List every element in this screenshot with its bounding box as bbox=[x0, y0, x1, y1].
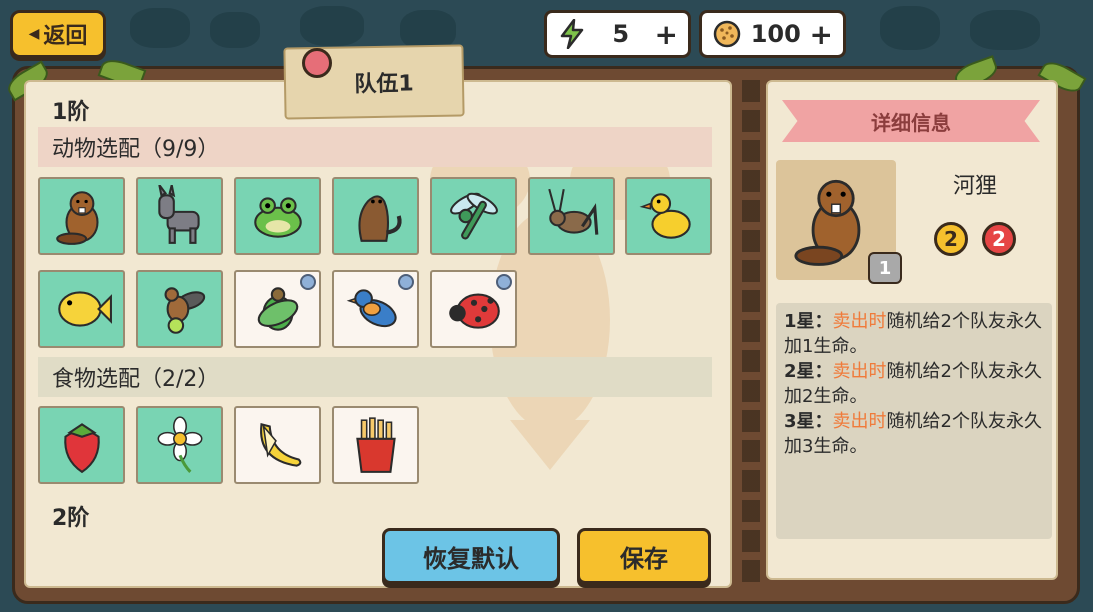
ability-trigger-keyword: 卖出时 bbox=[832, 411, 887, 432]
food-slot-fries[interactable] bbox=[332, 406, 419, 484]
energy-counter: 5 + bbox=[544, 10, 691, 58]
cookie-icon bbox=[712, 19, 742, 49]
firefly-icon bbox=[164, 287, 205, 334]
banana-icon bbox=[259, 423, 301, 467]
attack-stat-icon: 2 bbox=[934, 222, 968, 256]
lock-icon bbox=[496, 274, 512, 290]
animal-slot-bluebird[interactable] bbox=[332, 270, 419, 348]
bg-silhouette bbox=[880, 6, 940, 50]
bg-silhouette bbox=[300, 6, 364, 46]
food-slot-banana[interactable] bbox=[234, 406, 321, 484]
tier-2-label: 2阶 bbox=[52, 506, 90, 531]
animal-slot-dragonfly[interactable] bbox=[430, 177, 517, 255]
ladybug-icon bbox=[448, 293, 500, 329]
reset-label: 恢复默认 bbox=[423, 544, 519, 573]
animal-slot-beetle[interactable] bbox=[234, 270, 321, 348]
add-coin-button[interactable]: + bbox=[810, 18, 833, 51]
flower-icon bbox=[157, 416, 202, 473]
donkey-icon bbox=[157, 185, 200, 244]
beaver-portrait-icon bbox=[794, 179, 861, 266]
attack-value: 2 bbox=[944, 227, 958, 251]
ability-line-1: 1星：卖出时随机给2个队友永久加1生命。 bbox=[784, 309, 1044, 359]
animal-slot-cricket[interactable] bbox=[528, 177, 615, 255]
save-button[interactable]: 保存 bbox=[577, 528, 711, 584]
ability-trigger-keyword: 卖出时 bbox=[832, 311, 887, 332]
otter-icon bbox=[357, 195, 402, 242]
detail-ribbon-label: 详细信息 bbox=[871, 110, 951, 135]
reset-default-button[interactable]: 恢复默认 bbox=[382, 528, 560, 584]
coin-value: 100 bbox=[750, 20, 801, 48]
food-section-label: 食物选配（2/2） bbox=[52, 367, 220, 392]
lock-icon bbox=[300, 274, 316, 290]
dragonfly-icon bbox=[449, 192, 498, 240]
save-label: 保存 bbox=[620, 544, 668, 573]
frog-icon bbox=[253, 197, 302, 238]
pet-name: 河狸 bbox=[952, 174, 997, 199]
food-slot-flower[interactable] bbox=[136, 406, 223, 484]
tier-1-label: 1阶 bbox=[52, 100, 90, 125]
detail-ribbon: 详细信息 bbox=[782, 100, 1040, 142]
ability-star-label: 1星： bbox=[784, 311, 833, 332]
animal-slot-otter[interactable] bbox=[332, 177, 419, 255]
back-label: 返回 bbox=[43, 24, 88, 49]
beaver-icon bbox=[55, 191, 99, 245]
ability-star-label: 2星： bbox=[784, 361, 833, 382]
animal-slot-beaver[interactable] bbox=[38, 177, 125, 255]
ability-line-3: 3星：卖出时随机给2个队友永久加3生命。 bbox=[784, 409, 1044, 459]
pin-icon bbox=[302, 48, 332, 78]
bg-silhouette bbox=[210, 12, 260, 48]
energy-value: 5 bbox=[612, 20, 630, 48]
ability-star-label: 3星： bbox=[784, 411, 833, 432]
animal-slot-ladybug[interactable] bbox=[430, 270, 517, 348]
fish-icon bbox=[57, 291, 112, 327]
duck-icon bbox=[639, 193, 691, 239]
ability-line-2: 2星：卖出时随机给2个队友永久加2生命。 bbox=[784, 359, 1044, 409]
food-section-header: 食物选配（2/2） bbox=[38, 357, 712, 397]
animal-slot-frog[interactable] bbox=[234, 177, 321, 255]
coin-counter: 100 + bbox=[699, 10, 846, 58]
bg-silhouette bbox=[970, 10, 1040, 50]
animal-slot-fish[interactable] bbox=[38, 270, 125, 348]
fries-icon bbox=[355, 417, 396, 473]
animal-slot-firefly[interactable] bbox=[136, 270, 223, 348]
pet-level-value: 1 bbox=[878, 257, 892, 279]
pet-level-badge: 1 bbox=[868, 252, 902, 284]
team-tab-label: 队伍1 bbox=[354, 71, 414, 98]
animal-slot-duck[interactable] bbox=[625, 177, 712, 255]
ability-trigger-keyword: 卖出时 bbox=[832, 361, 887, 382]
animal-section-header: 动物选配（9/9） bbox=[38, 127, 712, 167]
bg-silhouette bbox=[130, 8, 190, 48]
beetle-icon bbox=[257, 287, 298, 331]
bluebird-icon bbox=[346, 289, 397, 328]
health-value: 2 bbox=[992, 227, 1006, 251]
cricket-icon bbox=[547, 188, 598, 235]
back-button[interactable]: ◀ 返回 bbox=[10, 10, 106, 58]
strawberry-icon bbox=[63, 423, 100, 474]
lightning-icon bbox=[557, 19, 587, 49]
ability-description: 1星：卖出时随机给2个队友永久加1生命。 2星：卖出时随机给2个队友永久加2生命… bbox=[776, 303, 1052, 539]
back-arrow-icon: ◀ bbox=[28, 26, 40, 42]
add-energy-button[interactable]: + bbox=[655, 18, 678, 51]
health-stat-icon: 2 bbox=[982, 222, 1016, 256]
food-slot-strawberry[interactable] bbox=[38, 406, 125, 484]
animal-section-label: 动物选配（9/9） bbox=[52, 137, 220, 162]
book-spine bbox=[742, 80, 760, 588]
animal-slot-donkey[interactable] bbox=[136, 177, 223, 255]
lock-icon bbox=[398, 274, 414, 290]
